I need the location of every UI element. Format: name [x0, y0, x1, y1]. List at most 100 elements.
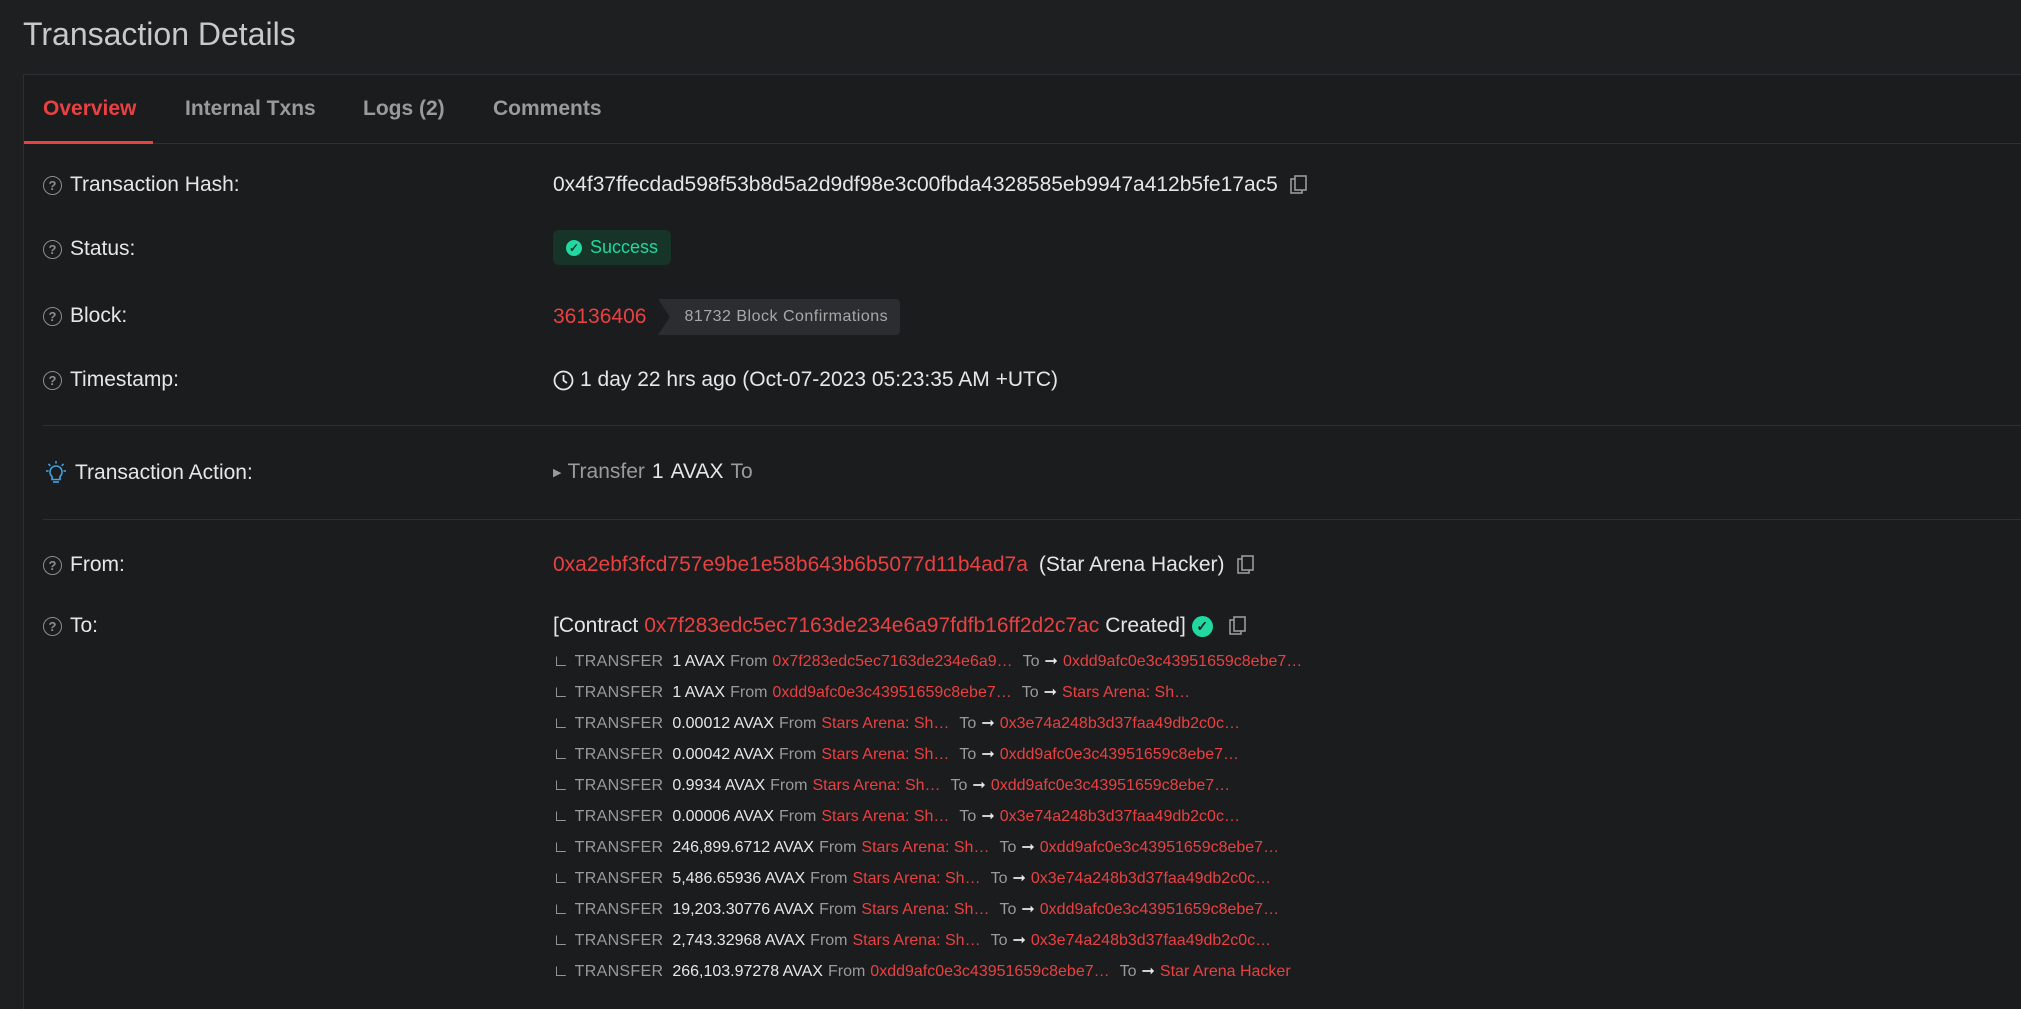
- right-arrow-icon: ➞: [1012, 932, 1026, 949]
- transfer-from-link[interactable]: Stars Arena: Sh…: [853, 925, 981, 956]
- transfer-from-label: From: [730, 684, 768, 701]
- corner-arrow-icon: ∟: [553, 808, 569, 825]
- right-arrow-icon: ➞: [1043, 684, 1058, 701]
- transfer-to-link[interactable]: 0x3e74a248b3d37faa49db2c0c…: [1031, 925, 1271, 956]
- transfer-to-link[interactable]: 0x3e74a248b3d37faa49db2c0c…: [1000, 801, 1240, 832]
- transfer-from-label: From: [810, 932, 848, 949]
- transfer-to-link[interactable]: 0xdd9afc0e3c43951659c8ebe7…: [1000, 739, 1239, 770]
- transfer-to-link[interactable]: 0xdd9afc0e3c43951659c8ebe7…: [1040, 894, 1279, 925]
- transaction-hash[interactable]: 0x4f37ffecdad598f53b8d5a2d9df98e3c00fbda…: [553, 173, 1278, 197]
- caret-right-icon[interactable]: ▶: [553, 466, 561, 479]
- transfer-kind: TRANSFER: [574, 963, 664, 980]
- transfer-from-label: From: [770, 777, 808, 794]
- action-label-row: Transaction Action:: [43, 460, 253, 486]
- timestamp-value-row: 1 day 22 hrs ago (Oct-07-2023 05:23:35 A…: [553, 368, 1058, 392]
- divider: [43, 425, 2021, 426]
- copy-icon[interactable]: [1290, 175, 1308, 195]
- transfer-to-link[interactable]: 0x3e74a248b3d37faa49db2c0c…: [1031, 863, 1271, 894]
- transfer-from-link[interactable]: 0xdd9afc0e3c43951659c8ebe7…: [870, 956, 1109, 987]
- help-icon: ?: [43, 555, 62, 575]
- to-label-row: ? To:: [43, 614, 98, 638]
- right-arrow-icon: ➞: [981, 746, 995, 763]
- transfer-from-link[interactable]: 0xdd9afc0e3c43951659c8ebe7…: [772, 677, 1011, 708]
- corner-arrow-icon: ∟: [553, 963, 569, 980]
- tab-logs[interactable]: Logs (2): [363, 75, 445, 143]
- transfer-to-link[interactable]: Stars Arena: Sh…: [1062, 677, 1190, 708]
- confirmations-text: 81732 Block Confirmations: [684, 308, 889, 325]
- transfer-to-link[interactable]: 0xdd9afc0e3c43951659c8ebe7…: [1040, 832, 1279, 863]
- corner-arrow-icon: ∟: [553, 870, 569, 887]
- corner-arrow-icon: ∟: [553, 839, 569, 856]
- corner-arrow-icon: ∟: [553, 715, 569, 732]
- transfer-to-link[interactable]: Star Arena Hacker: [1160, 956, 1291, 987]
- transfer-amount: 1 AVAX: [672, 653, 726, 670]
- transfer-amount: 266,103.97278 AVAX: [672, 963, 823, 980]
- transfer-from-link[interactable]: Stars Arena: Sh…: [853, 863, 981, 894]
- block-number-link[interactable]: 36136406: [553, 305, 646, 329]
- from-address-link[interactable]: 0xa2ebf3fcd757e9be1e58b643b6b5077d11b4ad…: [553, 553, 1028, 577]
- block-label: Block:: [70, 304, 128, 327]
- transfer-kind: TRANSFER: [574, 684, 664, 701]
- transfer-amount: 2,743.32968 AVAX: [672, 932, 806, 949]
- confirmations-badge: 81732 Block Confirmations: [658, 299, 901, 335]
- to-suffix: Created]: [1105, 614, 1186, 637]
- transaction-card: Overview Internal Txns Logs (2) Comments…: [23, 74, 2021, 1009]
- to-value-row: [Contract 0x7f283edc5ec7163de234e6a97fdf…: [553, 614, 1247, 638]
- to-prefix: [Contract: [553, 614, 639, 637]
- timestamp-label-row: ? Timestamp:: [43, 368, 179, 392]
- transfer-to-link[interactable]: 0x3e74a248b3d37faa49db2c0c…: [1000, 708, 1240, 739]
- transfer-kind: TRANSFER: [574, 746, 664, 763]
- transfer-to-label: To: [990, 870, 1008, 887]
- transfer-to-link[interactable]: 0xdd9afc0e3c43951659c8ebe7…: [991, 770, 1230, 801]
- transfer-to-link[interactable]: 0xdd9afc0e3c43951659c8ebe7…: [1063, 646, 1302, 677]
- transfer-row: ∟ TRANSFER 0.9934 AVAX From Stars Arena: Sh……: [553, 770, 1312, 801]
- right-arrow-icon: ➞: [981, 715, 995, 732]
- divider: [43, 519, 2021, 520]
- right-arrow-icon: ➞: [1141, 963, 1155, 980]
- page-title: Transaction Details: [23, 16, 296, 52]
- transfer-from-label: From: [779, 808, 817, 825]
- transfer-to-label: To: [959, 746, 977, 763]
- help-icon: ?: [43, 239, 62, 259]
- right-arrow-icon: ➞: [972, 777, 986, 794]
- help-icon: ?: [43, 306, 62, 326]
- tab-overview[interactable]: Overview: [23, 75, 154, 144]
- transfer-from-link[interactable]: Stars Arena: Sh…: [861, 832, 989, 863]
- action-token: AVAX: [670, 460, 724, 483]
- right-arrow-icon: ➞: [1044, 653, 1058, 670]
- transfer-amount: 19,203.30776 AVAX: [672, 901, 815, 918]
- transfer-from-label: From: [779, 715, 817, 732]
- transfer-kind: TRANSFER: [574, 839, 664, 856]
- copy-icon[interactable]: [1236, 555, 1255, 575]
- status-value-row: ✓ Success: [553, 230, 672, 265]
- transfer-from-link[interactable]: Stars Arena: Sh…: [821, 801, 949, 832]
- transfer-amount: 0.00012 AVAX: [672, 715, 775, 732]
- transfer-to-label: To: [1022, 653, 1040, 670]
- transfer-from-link[interactable]: Stars Arena: Sh…: [821, 708, 949, 739]
- copy-icon[interactable]: [1228, 616, 1247, 636]
- action-label: Transaction Action:: [75, 461, 253, 484]
- tab-internal-txns[interactable]: Internal Txns: [185, 75, 316, 143]
- transfer-from-link[interactable]: Stars Arena: Sh…: [812, 770, 940, 801]
- transfer-amount: 0.9934 AVAX: [672, 777, 766, 794]
- transfer-amount: 0.00006 AVAX: [672, 808, 775, 825]
- contract-address-link[interactable]: 0x7f283edc5ec7163de234e6a97fdfb16ff2d2c7…: [644, 614, 1099, 638]
- transfer-from-link[interactable]: Stars Arena: Sh…: [821, 739, 949, 770]
- hash-label: Transaction Hash:: [70, 173, 240, 196]
- help-icon: ?: [43, 175, 62, 195]
- transfer-kind: TRANSFER: [574, 808, 664, 825]
- tab-comments[interactable]: Comments: [493, 75, 602, 143]
- transfer-row: ∟ TRANSFER 19,203.30776 AVAX From Stars Aren…: [553, 894, 1312, 925]
- check-circle-icon: ✓: [566, 239, 582, 256]
- transfer-from-label: From: [827, 963, 866, 980]
- transfer-from-link[interactable]: 0x7f283edc5ec7163de234e6a9…: [772, 646, 1012, 677]
- transfer-kind: TRANSFER: [574, 777, 664, 794]
- from-label: From:: [70, 553, 125, 576]
- transfer-row: ∟ TRANSFER 246,899.6712 AVAX From Stars Aren…: [553, 832, 1312, 863]
- transfer-row: ∟ TRANSFER 2,743.32968 AVAX From Stars Arena…: [553, 925, 1312, 956]
- internal-transfers-list: ∟ TRANSFER 1 AVAX From 0x7f283edc5ec7163de23…: [553, 646, 1312, 987]
- transfer-to-label: To: [959, 808, 977, 825]
- action-to: To: [730, 460, 753, 483]
- hash-label-row: ? Transaction Hash:: [43, 173, 240, 197]
- transfer-from-link[interactable]: Stars Arena: Sh…: [861, 894, 989, 925]
